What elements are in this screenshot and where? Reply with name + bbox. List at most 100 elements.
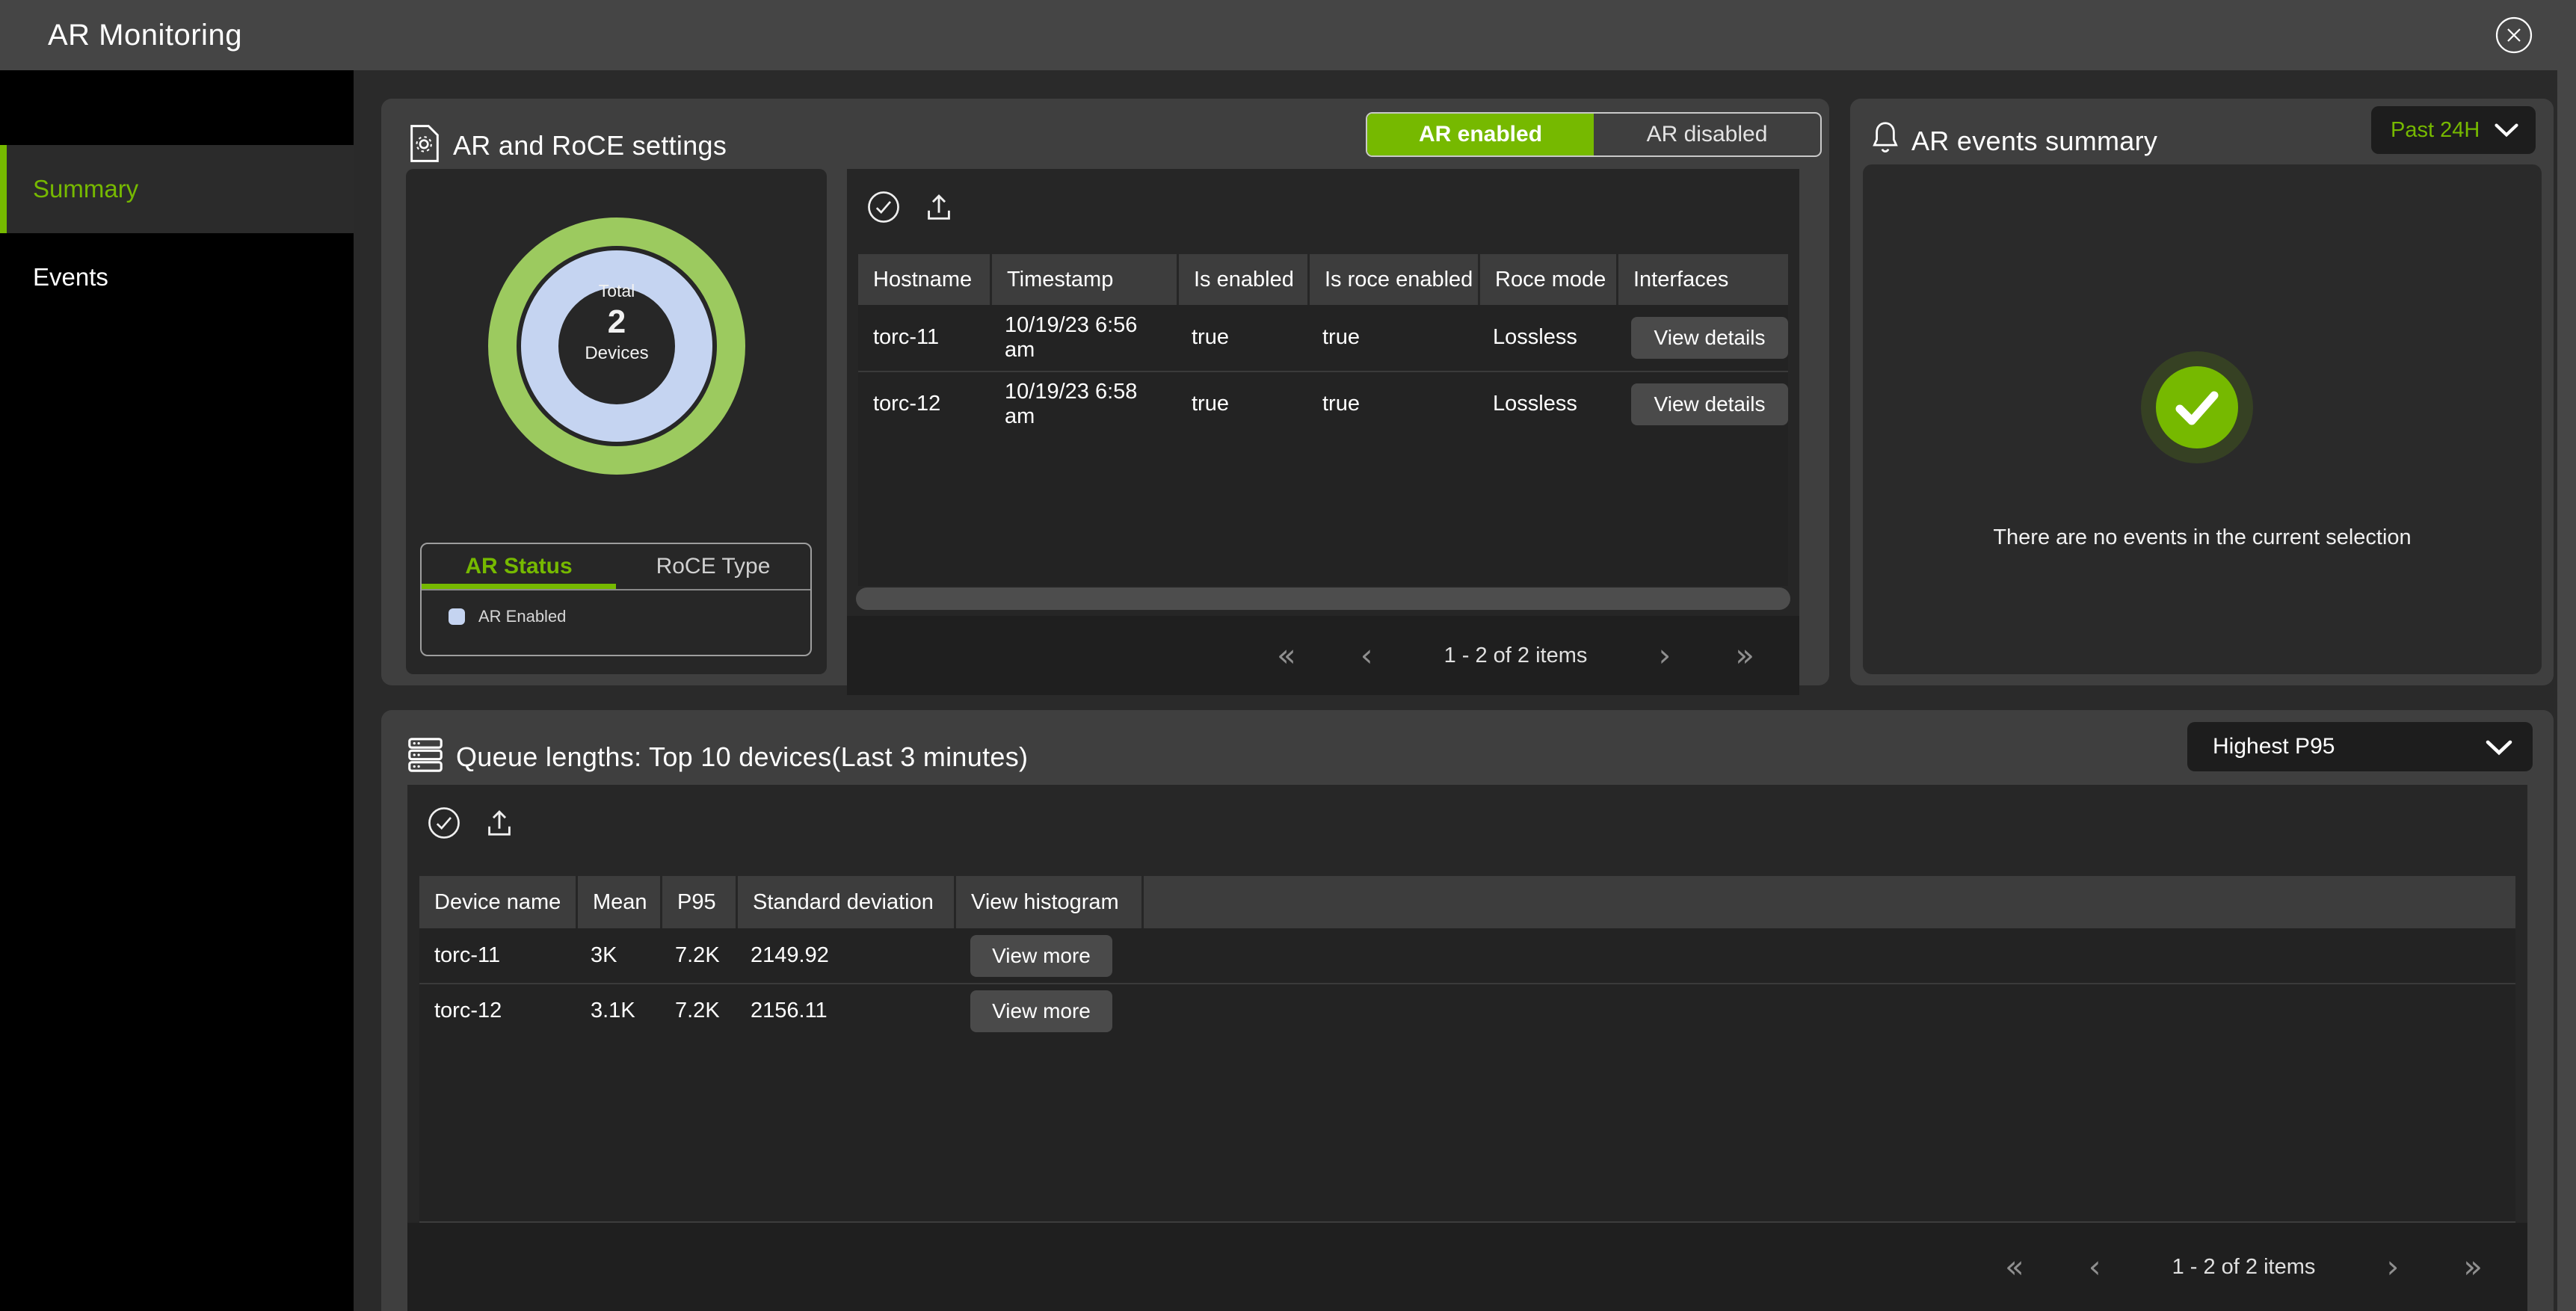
donut-panel: Total 2 Devices AR Status RoCE Type AR E… — [406, 169, 827, 674]
first-page-icon[interactable]: « — [2005, 1251, 2024, 1283]
card-title: Queue lengths: Top 10 devices(Last 3 min… — [456, 741, 1028, 773]
view-more-button[interactable]: View more — [970, 935, 1112, 977]
table-toolbar — [427, 806, 517, 840]
table-pager: « ‹ 1 - 2 of 2 items › » — [847, 616, 1799, 695]
horizontal-scrollbar[interactable] — [856, 587, 1790, 610]
sidebar-item-summary[interactable]: Summary — [0, 145, 354, 233]
column-header[interactable]: Roce mode — [1478, 254, 1616, 305]
donut-total-value: 2 — [608, 301, 626, 343]
table-empty-area — [419, 1037, 2515, 1221]
titlebar: AR Monitoring — [0, 0, 2576, 70]
ar-events-summary-card: AR events summary Past 24H There are no … — [1850, 99, 2554, 685]
cell-hostname: torc-12 — [858, 392, 990, 416]
prev-page-icon[interactable]: ‹ — [2089, 1251, 2101, 1283]
cell-roce-mode: Lossless — [1478, 392, 1616, 416]
column-header[interactable]: View histogram — [954, 876, 1141, 928]
select-check-icon[interactable] — [866, 190, 901, 224]
cell-std-deviation: 2149.92 — [736, 943, 954, 968]
cell-roce-mode: Lossless — [1478, 325, 1616, 350]
vertical-scrollbar[interactable] — [2557, 70, 2576, 1311]
prev-page-icon[interactable]: ‹ — [1361, 640, 1373, 671]
ar-enabled-toggle-button[interactable]: AR enabled — [1367, 114, 1594, 155]
column-header[interactable]: Is enabled — [1177, 254, 1307, 305]
queue-table-panel: Device name Mean P95 Standard deviation … — [407, 785, 2527, 1311]
column-header[interactable]: Is roce enabled — [1307, 254, 1478, 305]
column-header[interactable]: Hostname — [858, 254, 990, 305]
events-empty-panel: There are no events in the current selec… — [1863, 164, 2542, 674]
window-title: AR Monitoring — [48, 0, 242, 70]
column-header[interactable]: Timestamp — [990, 254, 1177, 305]
cell-p95: 7.2K — [660, 999, 736, 1023]
no-events-message: There are no events in the current selec… — [1863, 525, 2542, 550]
sort-dropdown[interactable]: Highest P95 — [2187, 722, 2533, 771]
legend-label: AR Enabled — [478, 607, 566, 626]
export-icon[interactable] — [482, 806, 517, 840]
sidebar-item-events[interactable]: Events — [0, 233, 354, 321]
column-header[interactable]: P95 — [660, 876, 736, 928]
cell-is-roce-enabled: true — [1307, 325, 1478, 350]
donut-devices-label: Devices — [585, 343, 648, 364]
ar-disabled-toggle-button[interactable]: AR disabled — [1594, 114, 1820, 155]
cell-mean: 3K — [576, 943, 660, 968]
ar-monitoring-window: AR Monitoring Summary Events AR and RoCE… — [0, 0, 2576, 1311]
cell-p95: 7.2K — [660, 943, 736, 968]
pagination-label: 1 - 2 of 2 items — [1438, 644, 1594, 668]
column-header[interactable]: Standard deviation — [736, 876, 954, 928]
cell-device-name: torc-11 — [419, 943, 576, 968]
table-header-row: Device name Mean P95 Standard deviation … — [419, 876, 2515, 928]
cell-device-name: torc-12 — [419, 999, 576, 1023]
table-empty-area — [858, 437, 1788, 586]
server-stack-icon — [407, 737, 443, 773]
table-row: torc-11 3K 7.2K 2149.92 View more — [419, 928, 2515, 983]
column-header[interactable]: Mean — [576, 876, 660, 928]
sidebar-item-label: Events — [33, 263, 108, 291]
last-page-icon[interactable]: » — [1735, 640, 1754, 671]
first-page-icon[interactable]: « — [1277, 640, 1296, 671]
column-header[interactable]: Device name — [419, 876, 576, 928]
tab-ar-status[interactable]: AR Status — [422, 544, 616, 589]
cell-mean: 3.1K — [576, 999, 660, 1023]
cell-is-enabled: true — [1177, 392, 1307, 416]
view-details-button[interactable]: View details — [1631, 383, 1788, 425]
bell-icon — [1869, 120, 1902, 155]
cell-timestamp: 10/19/23 6:58 am — [990, 380, 1177, 430]
sidebar-item-label: Summary — [33, 175, 138, 203]
cell-timestamp: 10/19/23 6:56 am — [990, 313, 1177, 363]
export-icon[interactable] — [922, 190, 956, 224]
next-page-icon[interactable]: › — [1659, 640, 1671, 671]
card-title: AR events summary — [1911, 126, 2157, 157]
table-header-row: Hostname Timestamp Is enabled Is roce en… — [858, 254, 1788, 305]
table-row: torc-12 3.1K 7.2K 2156.11 View more — [419, 983, 2515, 1037]
table-row: torc-11 10/19/23 6:56 am true true Lossl… — [858, 305, 1788, 371]
view-details-button[interactable]: View details — [1631, 317, 1788, 359]
table-row: torc-12 10/19/23 6:58 am true true Lossl… — [858, 371, 1788, 437]
donut-tabs: AR Status RoCE Type — [422, 544, 810, 590]
donut-total-label: Total — [599, 281, 635, 301]
ar-filter-toggle: AR enabled AR disabled — [1366, 112, 1822, 157]
close-icon[interactable] — [2494, 15, 2534, 55]
next-page-icon[interactable]: › — [2387, 1251, 2400, 1283]
tab-roce-type[interactable]: RoCE Type — [616, 544, 810, 589]
sort-value: Highest P95 — [2213, 734, 2485, 759]
legend-item-ar-enabled: AR Enabled — [449, 607, 566, 626]
card-title: AR and RoCE settings — [453, 130, 727, 161]
last-page-icon[interactable]: » — [2463, 1251, 2483, 1283]
cell-hostname: torc-11 — [858, 325, 990, 350]
donut-legend-box: AR Status RoCE Type AR Enabled — [420, 543, 812, 656]
column-header-filler — [1141, 876, 2515, 928]
legend-swatch — [449, 608, 465, 625]
chevron-down-icon — [2485, 739, 2510, 754]
cell-std-deviation: 2156.11 — [736, 999, 954, 1023]
cell-is-enabled: true — [1177, 325, 1307, 350]
column-header[interactable]: Interfaces — [1616, 254, 1788, 305]
time-range-dropdown[interactable]: Past 24H — [2371, 106, 2536, 154]
select-check-icon[interactable] — [427, 806, 461, 840]
settings-table-panel: Hostname Timestamp Is enabled Is roce en… — [847, 169, 1799, 695]
view-more-button[interactable]: View more — [970, 990, 1112, 1032]
cell-is-roce-enabled: true — [1307, 392, 1478, 416]
table-toolbar — [866, 190, 956, 224]
sidebar: Summary Events — [0, 70, 354, 1311]
pagination-label: 1 - 2 of 2 items — [2166, 1255, 2323, 1280]
time-range-value: Past 24H — [2391, 118, 2494, 143]
table-pager: « ‹ 1 - 2 of 2 items › » — [407, 1223, 2527, 1311]
